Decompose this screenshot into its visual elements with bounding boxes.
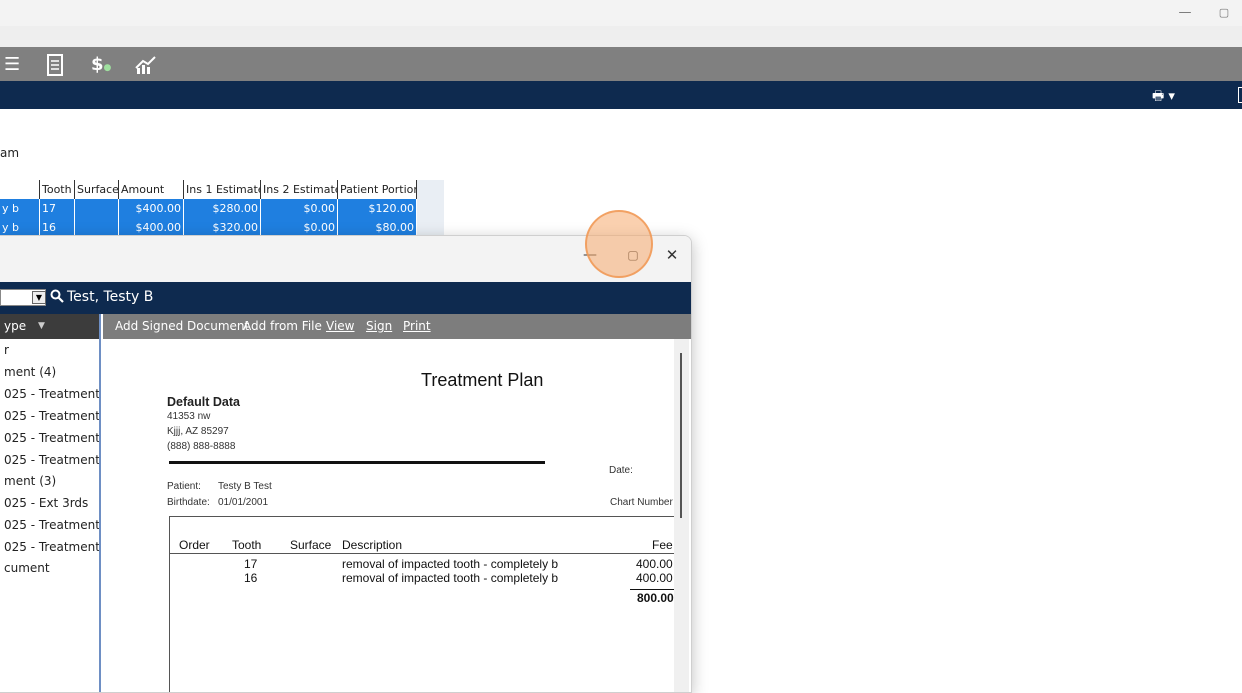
tree-item[interactable]: cument [4, 561, 50, 575]
tree-item[interactable]: r [4, 343, 9, 357]
column-description: Description [342, 538, 403, 552]
close-icon[interactable]: ✕ [650, 241, 691, 273]
tree-header-label: ype [4, 319, 27, 333]
patient-bar: ▼ Test, Testy B [0, 282, 691, 314]
print-button[interactable]: Print [403, 314, 431, 339]
table-row[interactable]: y b 17 $400.00 $280.00 $0.00 $120.00 [0, 199, 417, 218]
grid-header-cell[interactable]: Ins 1 Estimate [184, 180, 261, 199]
grid-cell: $280.00 [184, 199, 261, 218]
tree-header[interactable]: ype ▼ [0, 314, 99, 339]
printer-icon[interactable]: 🖶 ▾ [1152, 87, 1175, 109]
patient-label: Patient: [167, 481, 201, 492]
click-highlight [585, 210, 653, 278]
header-divider [170, 553, 676, 554]
document-tree: ype ▼ r ment (4) 025 - Treatment E 025 -… [0, 314, 101, 692]
tree-item[interactable]: 025 - Ext 3rds [4, 496, 88, 510]
column-tooth: Tooth [232, 538, 262, 552]
total-divider [630, 589, 676, 590]
row-fee: 400.00 [636, 571, 673, 585]
add-from-file-button[interactable]: Add from File [243, 314, 322, 339]
patient-value: Testy B Test [218, 481, 272, 492]
patient-name: Test, Testy B [67, 289, 154, 305]
grid-cell: $120.00 [338, 199, 417, 218]
date-label: Date: [609, 465, 633, 476]
practice-name: Default Data [167, 395, 240, 409]
tree-item[interactable]: 025 - Treatment p [4, 518, 99, 532]
view-button[interactable]: View [326, 314, 354, 339]
grid-cell: y b [0, 199, 40, 218]
column-surface: Surface [290, 538, 332, 552]
documents-window: — ▢ ✕ ▼ Test, Testy B ype ▼ r ment (4) 0… [0, 235, 692, 693]
grid-cell: $400.00 [119, 199, 184, 218]
document-title: Treatment Plan [421, 370, 544, 390]
row-description: removal of impacted tooth - completely b [342, 557, 559, 571]
row-fee: 400.00 [636, 557, 673, 571]
chart-number-label: Chart Number [610, 497, 673, 508]
birthdate-label: Birthdate: [167, 497, 210, 508]
minimize-icon[interactable]: — [1175, 4, 1195, 22]
practice-address-line2: Kjjj, AZ 85297 [167, 426, 229, 437]
search-icon[interactable] [50, 289, 64, 307]
tree-item[interactable]: ment (3) [4, 474, 56, 488]
document-icon[interactable] [46, 54, 64, 76]
grid-header-cell[interactable]: Ins 2 Estimate [261, 180, 338, 199]
grid-header-cell[interactable]: Tooth [40, 180, 75, 199]
practice-address-line1: 41353 nw [167, 411, 211, 422]
chevron-down-icon[interactable]: ▼ [38, 314, 45, 339]
tree-item[interactable]: 025 - Treatment E [4, 540, 99, 554]
column-order: Order [179, 538, 210, 552]
vertical-scrollbar[interactable] [674, 339, 689, 692]
window-icon[interactable] [1238, 87, 1242, 103]
main-toolbar: ☰ $● ⚙ [0, 47, 1242, 118]
grid-header-cell[interactable]: Amount [119, 180, 184, 199]
scroll-thumb[interactable] [680, 353, 682, 518]
chart-trend-icon[interactable] [134, 54, 158, 76]
grid-cell [75, 199, 119, 218]
procedure-table: Order Tooth Surface Description Fee 17 r… [169, 516, 676, 692]
tree-item[interactable]: 025 - Treatment E [4, 387, 99, 401]
row-tooth: 16 [244, 571, 258, 585]
restore-icon[interactable]: ▢ [1214, 4, 1234, 22]
treatment-plan-page: Treatment Plan Default Data 41353 nw Kjj… [103, 339, 676, 692]
row-tooth: 17 [244, 557, 258, 571]
total-fee: 800.00 [637, 591, 674, 605]
practice-phone: (888) 888-8888 [167, 441, 236, 452]
nav-bar: 🖶 ▾ [0, 81, 1242, 109]
tree-item[interactable]: 025 - Treatment E [4, 431, 99, 445]
divider [169, 461, 545, 464]
birthdate-value: 01/01/2001 [218, 497, 269, 508]
tree-item[interactable]: 025 - Treatment E [4, 409, 99, 423]
tree-item[interactable]: ment (4) [4, 365, 56, 379]
billing-icon[interactable]: $● [91, 54, 111, 76]
chevron-down-icon[interactable]: ▼ [32, 291, 46, 304]
list-icon[interactable]: ☰ [4, 54, 20, 76]
grid-header: Tooth Surface Amount Ins 1 Estimate Ins … [0, 180, 417, 199]
sign-button[interactable]: Sign [366, 314, 392, 339]
grid-header-cell[interactable]: Surface [75, 180, 119, 199]
grid-cell: $0.00 [261, 199, 338, 218]
document-viewer: Treatment Plan Default Data 41353 nw Kjj… [103, 339, 691, 692]
procedures-grid: Tooth Surface Amount Ins 1 Estimate Ins … [0, 180, 444, 238]
row-description: removal of impacted tooth - completely b [342, 571, 559, 585]
grid-header-cell[interactable] [0, 180, 40, 199]
column-fee: Fee [652, 538, 673, 552]
document-toolbar: Add Signed Document Add from File View S… [103, 314, 691, 339]
add-signed-document-button[interactable]: Add Signed Document [115, 314, 249, 339]
grid-cell: 17 [40, 199, 75, 218]
app-titlebar-strip [0, 26, 1242, 47]
tree-item[interactable]: 025 - Treatment E [4, 453, 99, 467]
app-titlebar: — ▢ [0, 0, 1242, 26]
background-label: am [0, 146, 20, 160]
grid-header-cell[interactable]: Patient Portion [338, 180, 417, 199]
